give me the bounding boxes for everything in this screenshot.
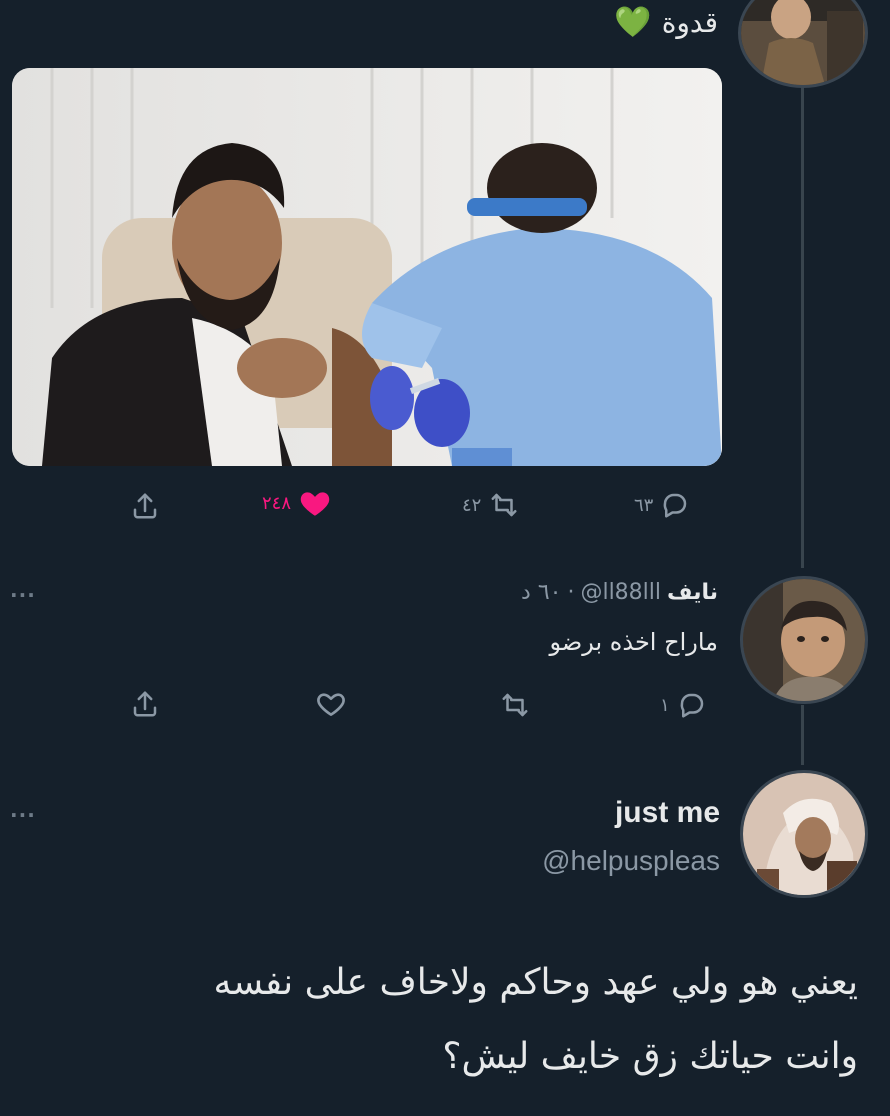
- thread-line-top: [801, 86, 804, 568]
- share-button[interactable]: [130, 490, 160, 522]
- quote-body-line-2: وانت حياتك زق خايف ليش؟: [442, 1036, 858, 1077]
- reply-author-name: نايف: [667, 579, 718, 605]
- reply-reply-button[interactable]: ١: [660, 690, 708, 720]
- top-tweet-text: قدوة: [661, 5, 718, 39]
- tweet-media-photo[interactable]: [12, 68, 722, 466]
- reply-bubble-icon: [663, 493, 687, 518]
- reply-share-button[interactable]: [130, 688, 160, 720]
- like-button[interactable]: ٢٤٨: [262, 486, 333, 520]
- reply-retweet-button[interactable]: [498, 690, 532, 720]
- reply-separator: ·: [567, 579, 575, 605]
- retweet-icon: [491, 493, 517, 517]
- retweet-button[interactable]: ٤٢: [462, 490, 521, 520]
- reply-avatar[interactable]: [740, 576, 868, 704]
- reply-bubble-icon: [680, 693, 703, 718]
- heart-filled-icon: [300, 492, 330, 516]
- share-icon: [133, 691, 157, 717]
- reply-author-handle: @ll88lll: [580, 579, 662, 605]
- reply-time: ٦٠ د: [521, 579, 562, 605]
- reply-more-menu[interactable]: ···: [10, 583, 36, 607]
- quote-author-name[interactable]: just me: [615, 796, 720, 830]
- top-tweet-avatar[interactable]: [738, 0, 868, 88]
- reply-button[interactable]: ٦٣: [634, 490, 691, 520]
- reply-reply-count: ١: [660, 694, 670, 716]
- top-tweet-text-row: قدوة 💚: [614, 0, 718, 44]
- green-heart-icon: 💚: [614, 4, 652, 40]
- quote-author-handle: @helpuspleas: [542, 845, 720, 876]
- quote-more-menu[interactable]: ···: [10, 803, 36, 827]
- thread-line-bottom: [801, 705, 804, 765]
- reply-like-button[interactable]: [314, 688, 348, 720]
- retweet-icon: [502, 693, 528, 717]
- reply-header: نايف @ll88lll · ٦٠ د: [521, 572, 718, 612]
- retweet-count: ٤٢: [462, 494, 482, 516]
- reply-count: ٦٣: [634, 494, 654, 516]
- like-count: ٢٤٨: [262, 492, 292, 514]
- heart-outline-icon: [317, 693, 345, 716]
- reply-text: ماراح اخذه برضو: [549, 628, 718, 656]
- quote-body-line-1: يعني هو ولي عهد وحاكم ولاخاف على نفسه: [213, 962, 858, 1003]
- share-icon: [133, 493, 157, 519]
- quote-avatar[interactable]: [740, 770, 868, 898]
